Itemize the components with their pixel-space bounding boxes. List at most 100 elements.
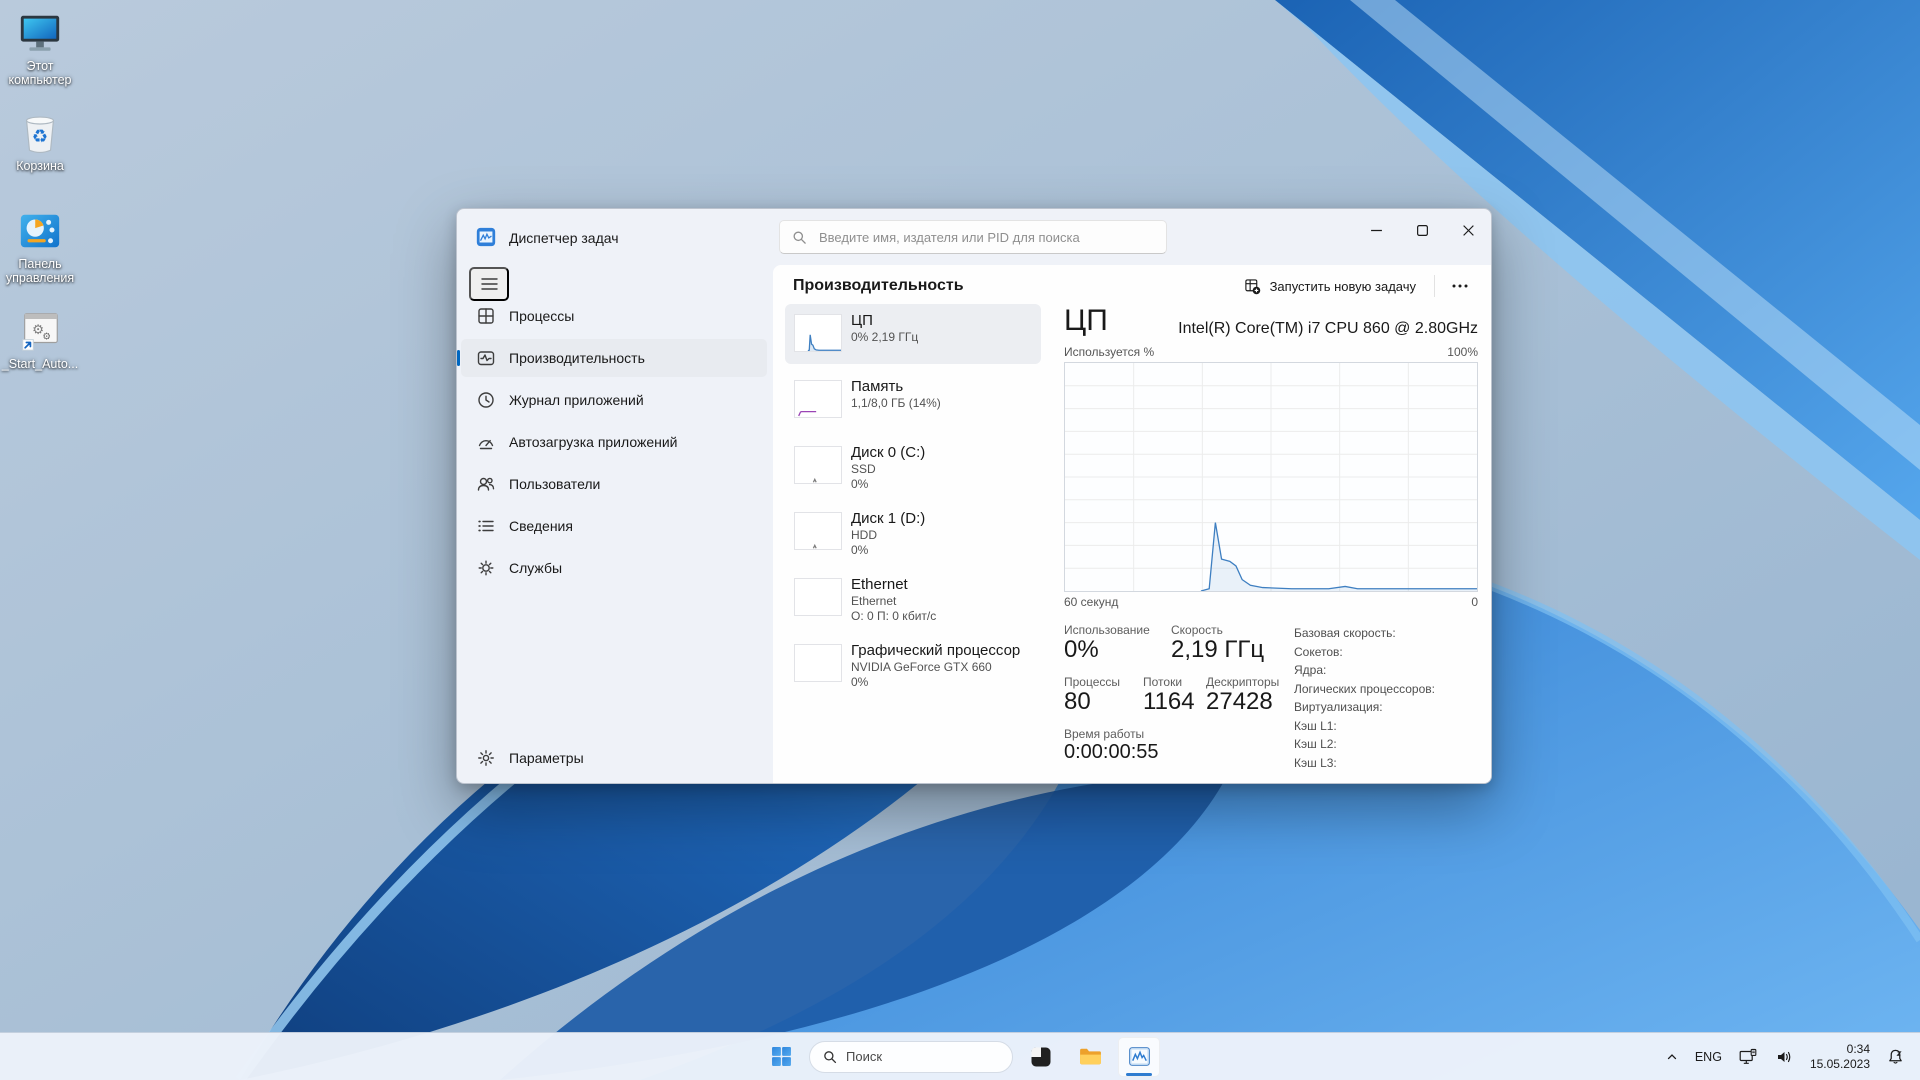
perf-item-gpu[interactable]: Графический процессор NVIDIA GeForce GTX… — [785, 634, 1041, 694]
start-button[interactable] — [760, 1037, 802, 1077]
maximize-icon — [1416, 224, 1428, 236]
perf-item-sub: О: 0 П: 0 кбит/с — [851, 609, 937, 623]
sidebar-item-label: Автозагрузка приложений — [509, 434, 678, 450]
start-auto-shortcut-icon: ⚙ ⚙ — [22, 313, 58, 351]
taskbar-file-explorer[interactable] — [1069, 1037, 1111, 1077]
cpu-utilization-chart[interactable] — [1064, 362, 1478, 592]
run-new-task-button[interactable]: Запустить новую задачу — [1234, 272, 1426, 301]
perf-item-disk0[interactable]: Диск 0 (C:) SSD 0% — [785, 436, 1041, 496]
sidebar-item-services[interactable]: Службы — [461, 549, 767, 587]
ethernet-mini-graph — [794, 578, 842, 616]
chart-x-right-label: 0 — [1471, 595, 1478, 609]
info-label: Ядра: — [1294, 663, 1327, 677]
folder-icon — [1079, 1048, 1101, 1065]
stat-value: 80 — [1064, 688, 1091, 715]
sidebar-item-users[interactable]: Пользователи — [461, 465, 767, 503]
stat-value: 0:00:00:55 — [1064, 741, 1159, 763]
tray-notifications-button[interactable] — [1879, 1037, 1912, 1077]
sidebar-item-details[interactable]: Сведения — [461, 507, 767, 545]
services-icon — [478, 560, 494, 576]
tray-volume-button[interactable] — [1767, 1037, 1801, 1077]
tray-show-hidden-icons[interactable] — [1658, 1037, 1686, 1077]
navigation-menu-button[interactable] — [469, 267, 509, 301]
taskbar-search-label: Поиск — [846, 1049, 883, 1064]
perf-item-disk1[interactable]: Диск 1 (D:) HDD 0% — [785, 502, 1041, 562]
taskmgr-search-box[interactable] — [779, 220, 1167, 254]
perf-item-title: Диск 0 (C:) — [851, 444, 926, 461]
task-manager-icon — [1128, 1047, 1150, 1066]
desktop-icon-control-panel[interactable]: Панель управления — [2, 208, 78, 285]
perf-item-ethernet[interactable]: Ethernet Ethernet О: 0 П: 0 кбит/с — [785, 568, 1041, 628]
sidebar-item-performance[interactable]: Производительность — [457, 339, 767, 377]
maximize-button[interactable] — [1399, 209, 1445, 251]
sidebar-item-app-history[interactable]: Журнал приложений — [461, 381, 767, 419]
perf-item-cpu[interactable]: ЦП 0% 2,19 ГГц — [785, 304, 1041, 364]
window-titlebar[interactable]: Диспетчер задач — [457, 209, 1491, 265]
perf-item-sub: 0% — [851, 675, 869, 689]
info-label: Кэш L1: — [1294, 718, 1337, 733]
desktop-icon-this-pc[interactable]: Этот компьютер — [2, 10, 78, 87]
stat-label: Использование — [1064, 623, 1150, 637]
ethernet-network-icon — [1739, 1048, 1757, 1064]
disk0-mini-graph — [794, 446, 842, 484]
ellipsis-icon — [1452, 284, 1468, 288]
chart-y-max: 100% — [1447, 345, 1478, 359]
minimize-button[interactable] — [1353, 209, 1399, 251]
taskbar-app-dark-window[interactable] — [1020, 1037, 1062, 1077]
perf-item-sub: 0% 2,19 ГГц — [851, 330, 919, 344]
info-label: Базовая скорость: — [1294, 626, 1396, 640]
disk1-mini-graph — [794, 512, 842, 550]
performance-icon — [477, 351, 495, 366]
perf-item-memory[interactable]: Память 1,1/8,0 ГБ (14%) — [785, 370, 1041, 430]
tray-time: 0:34 — [1846, 1041, 1870, 1056]
sidebar-nav: Процессы Производительность Журнал прило… — [457, 297, 767, 591]
taskbar-search[interactable]: Поиск — [809, 1040, 1013, 1073]
desktop-icon-label: _Start_Auto... — [1, 357, 79, 371]
taskmgr-content: Производительность Запустить новую задач… — [773, 265, 1491, 783]
perf-item-sub: NVIDIA GeForce GTX 660 — [851, 660, 992, 674]
sidebar-item-label: Производительность — [509, 350, 645, 366]
more-options-button[interactable] — [1443, 271, 1477, 301]
info-label: Кэш L3: — [1294, 755, 1337, 770]
this-pc-icon — [20, 15, 60, 51]
sidebar-item-label: Процессы — [509, 308, 575, 324]
perf-item-title: Графический процессор — [851, 642, 1021, 659]
sidebar-item-label: Службы — [509, 560, 563, 576]
cpu-detail-panel: ЦП Intel(R) Core(TM) i7 CPU 860 @ 2.80GH… — [1064, 304, 1478, 783]
sidebar-item-settings[interactable]: Параметры — [461, 740, 767, 776]
gear-icon — [478, 750, 494, 766]
content-toolbar: Производительность Запустить новую задач… — [773, 265, 1491, 305]
perf-item-sub: 1,1/8,0 ГБ (14%) — [851, 396, 941, 410]
tray-network-button[interactable] — [1731, 1037, 1765, 1077]
sidebar-item-label: Пользователи — [509, 476, 601, 492]
page-title: Производительность — [793, 277, 964, 294]
svg-text:⚙: ⚙ — [42, 332, 51, 343]
close-button[interactable] — [1445, 209, 1491, 251]
sidebar-item-startup-apps[interactable]: Автозагрузка приложений — [461, 423, 767, 461]
sidebar-item-processes[interactable]: Процессы — [461, 297, 767, 335]
desktop-icon-recycle-bin[interactable]: ♻ Корзина — [2, 110, 78, 173]
startup-icon — [478, 439, 494, 450]
tray-language-indicator[interactable]: ENG — [1688, 1037, 1729, 1077]
perf-item-sub: 0% — [851, 543, 869, 557]
desktop-icon-start-auto[interactable]: ⚙ ⚙ _Start_Auto... — [2, 308, 78, 371]
cpu-model: Intel(R) Core(TM) i7 CPU 860 @ 2.80GHz — [1178, 320, 1478, 337]
info-label: Логических процессоров: — [1294, 681, 1435, 696]
gpu-mini-graph — [794, 644, 842, 682]
perf-item-title: ЦП — [851, 312, 873, 329]
minimize-icon — [1370, 229, 1382, 231]
details-icon — [478, 520, 494, 532]
run-new-task-label: Запустить новую задачу — [1269, 278, 1416, 294]
stat-label: Время работы — [1064, 727, 1145, 741]
users-icon — [477, 477, 495, 491]
stat-label: Скорость — [1171, 623, 1223, 637]
memory-mini-graph — [794, 380, 842, 418]
windows-start-icon — [771, 1047, 791, 1066]
new-task-icon — [1244, 278, 1260, 294]
search-input[interactable] — [817, 228, 1154, 246]
hamburger-icon — [480, 278, 498, 290]
toolbar-divider — [1434, 275, 1435, 297]
tray-clock[interactable]: 0:34 15.05.2023 — [1803, 1037, 1877, 1077]
taskbar-task-manager[interactable] — [1118, 1036, 1160, 1077]
performance-list: ЦП 0% 2,19 ГГц Память 1,1/8,0 ГБ (14%) Д… — [785, 304, 1041, 700]
